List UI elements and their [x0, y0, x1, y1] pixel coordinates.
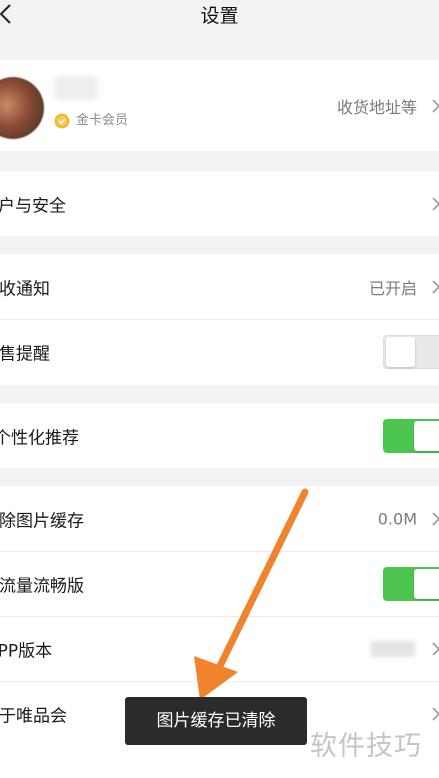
version-number-redacted: [371, 640, 415, 657]
avatar[interactable]: [0, 77, 44, 139]
cache-size-value: 0.0M: [377, 509, 417, 528]
header-bar: 设置: [0, 0, 439, 44]
presale-reminder-label: 开售提醒: [0, 344, 50, 364]
receive-notifications-value: 已开启: [368, 278, 417, 298]
account-section: 户与安全: [0, 171, 439, 236]
clear-cache-label: 清除图片缓存: [0, 511, 84, 531]
chevron-right-icon: [432, 641, 439, 656]
toast-notification: 图片缓存已清除: [125, 697, 307, 745]
account-security-label: 户与安全: [0, 196, 66, 216]
app-version-label: APP版本: [0, 641, 53, 661]
lite-mode-toggle[interactable]: [383, 566, 439, 601]
chevron-right-icon: [432, 511, 439, 526]
username-redacted: [54, 76, 98, 100]
presale-reminder-row: 开售提醒: [0, 319, 439, 384]
toggle-knob: [414, 568, 439, 599]
page-title: 设置: [200, 5, 239, 27]
toast-message: 图片缓存已清除: [156, 711, 276, 731]
gold-badge-icon: [54, 113, 70, 129]
chevron-right-icon: [432, 196, 439, 211]
toggle-knob: [414, 420, 439, 451]
toggle-knob: [386, 336, 415, 367]
account-security-row[interactable]: 户与安全: [0, 171, 439, 236]
notification-section: 接收通知 已开启 开售提醒: [0, 254, 439, 385]
about-label: 关于唯品会: [0, 706, 67, 726]
lite-mode-label: 省流量流畅版: [0, 576, 84, 596]
receive-notifications-row[interactable]: 接收通知 已开启: [0, 254, 439, 319]
personalization-section: 个性化推荐: [0, 403, 439, 468]
annotation-arrow-icon: [194, 488, 309, 700]
profile-section[interactable]: 收货地址等: [0, 60, 439, 151]
personalized-recommendation-label: 个性化推荐: [0, 428, 79, 448]
personalized-recommendation-toggle[interactable]: [383, 418, 439, 453]
receive-notifications-label: 接收通知: [0, 279, 50, 299]
chevron-right-icon: [432, 98, 439, 113]
presale-reminder-toggle[interactable]: [383, 334, 439, 369]
watermark-text: 软件技巧: [310, 731, 422, 762]
membership-label: 金卡会员: [76, 113, 129, 128]
chevron-right-icon: [432, 279, 439, 294]
address-link[interactable]: 收货地址等: [337, 94, 417, 118]
personalized-recommendation-row: 个性化推荐: [0, 403, 439, 468]
chevron-right-icon: [432, 706, 439, 721]
profile-row[interactable]: 收货地址等: [0, 60, 439, 151]
